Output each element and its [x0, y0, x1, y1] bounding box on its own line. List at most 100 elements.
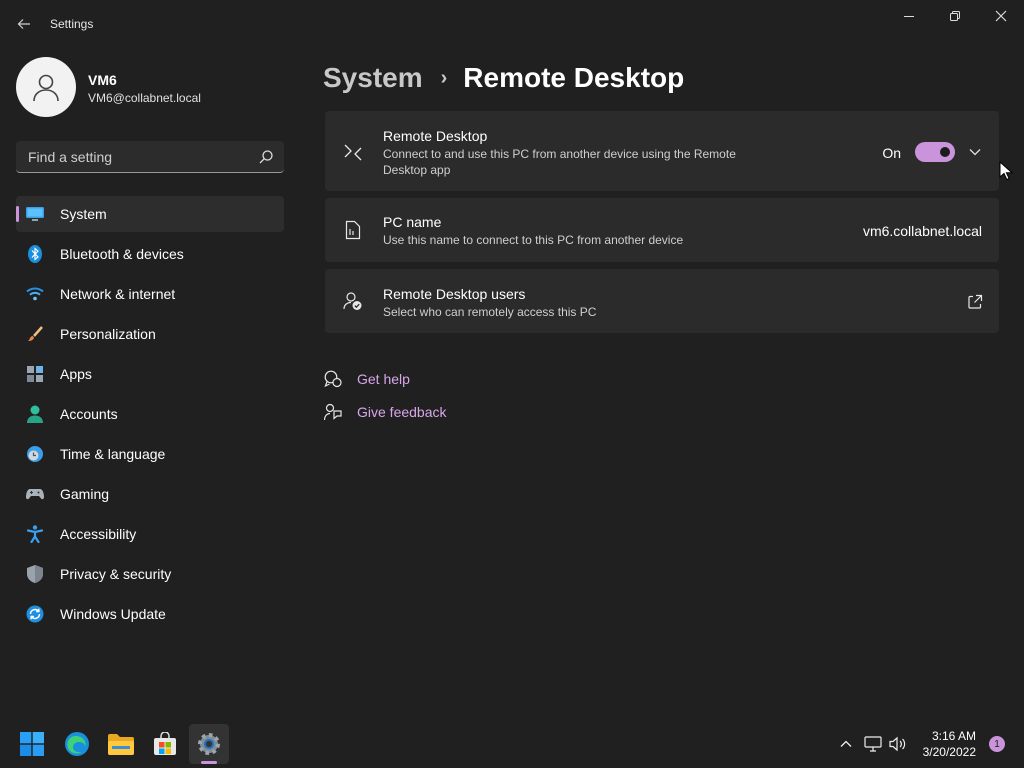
- search-input[interactable]: [26, 146, 250, 168]
- help-chat-icon: [324, 370, 342, 388]
- remote-desktop-icon: [343, 142, 363, 162]
- toggle-knob: [940, 147, 950, 157]
- show-hidden-icons-button[interactable]: [836, 734, 856, 754]
- card-description: Connect to and use this PC from another …: [383, 147, 736, 177]
- expand-button[interactable]: [965, 142, 985, 162]
- apps-icon: [26, 365, 44, 383]
- title-bar: Settings: [0, 0, 1024, 48]
- card-title: Remote Desktop: [383, 128, 488, 144]
- restore-icon: [950, 11, 960, 21]
- file-explorer-icon: [108, 734, 134, 755]
- user-name: VM6: [88, 72, 117, 88]
- search-icon[interactable]: [258, 149, 274, 165]
- sidebar-item-system[interactable]: System: [16, 196, 284, 232]
- minimize-icon: [904, 16, 914, 17]
- get-help-label: Get help: [357, 371, 410, 387]
- feedback-icon: [324, 403, 342, 421]
- volume-tray-button[interactable]: [888, 734, 908, 754]
- close-icon: [995, 10, 1007, 22]
- sidebar-item-label: Apps: [60, 366, 92, 382]
- sidebar-item-accessibility[interactable]: Accessibility: [16, 516, 284, 552]
- sidebar-nav: System Bluetooth & devices Network & int…: [16, 196, 284, 636]
- monitor-icon: [26, 205, 44, 223]
- notification-badge[interactable]: 1: [989, 736, 1005, 752]
- sidebar-item-label: Network & internet: [60, 286, 176, 302]
- give-feedback-link[interactable]: Give feedback: [324, 402, 447, 422]
- close-button[interactable]: [981, 6, 1021, 26]
- breadcrumb: System › Remote Desktop: [323, 58, 684, 98]
- user-avatar-icon: [33, 74, 59, 102]
- open-external-icon[interactable]: [967, 294, 983, 310]
- back-arrow-icon: [17, 19, 30, 29]
- sidebar-item-label: Privacy & security: [60, 566, 172, 582]
- taskbar-file-explorer[interactable]: [101, 724, 141, 764]
- clock-time: 3:16 AM: [931, 729, 976, 743]
- search-box[interactable]: [16, 141, 284, 173]
- start-button[interactable]: [12, 724, 52, 764]
- sidebar-item-label: Accounts: [60, 406, 118, 422]
- avatar[interactable]: [16, 57, 76, 117]
- remote-desktop-card[interactable]: Remote Desktop Connect to and use this P…: [325, 111, 999, 191]
- taskbar-edge[interactable]: [57, 724, 97, 764]
- sidebar-item-privacy-security[interactable]: Privacy & security: [16, 556, 284, 592]
- restore-button[interactable]: [935, 6, 975, 26]
- user-check-icon: [343, 291, 363, 311]
- accessibility-icon: [26, 525, 44, 543]
- store-icon: [154, 732, 176, 755]
- taskbar: 3:16 AM 3/20/2022 1: [0, 720, 1024, 768]
- card-description: Select who can remotely access this PC: [383, 305, 597, 319]
- sidebar-item-label: Time & language: [60, 446, 166, 462]
- mouse-cursor-icon: [999, 161, 1013, 181]
- sidebar-item-windows-update[interactable]: Windows Update: [16, 596, 284, 632]
- sidebar-item-bluetooth[interactable]: Bluetooth & devices: [16, 236, 284, 272]
- remote-desktop-users-card[interactable]: Remote Desktop users Select who can remo…: [325, 269, 999, 333]
- remote-desktop-toggle[interactable]: [915, 142, 955, 162]
- pc-name-card: PC name Use this name to connect to this…: [325, 198, 999, 262]
- bluetooth-icon: [26, 245, 44, 263]
- page-title: Remote Desktop: [463, 62, 685, 93]
- app-title: Settings: [50, 17, 94, 31]
- sidebar-item-label: Personalization: [60, 326, 156, 342]
- sidebar-item-apps[interactable]: Apps: [16, 356, 284, 392]
- sidebar-item-label: Accessibility: [60, 526, 137, 542]
- clock[interactable]: 3:16 AM 3/20/2022: [923, 728, 976, 760]
- update-icon: [26, 605, 44, 623]
- start-icon: [20, 732, 44, 756]
- wifi-icon: [26, 285, 44, 303]
- volume-icon: [889, 736, 906, 752]
- breadcrumb-parent-link[interactable]: System: [323, 62, 423, 94]
- shield-icon: [26, 565, 44, 583]
- settings-icon: [198, 733, 220, 755]
- accounts-icon: [26, 405, 44, 423]
- card-title: PC name: [383, 214, 442, 230]
- user-email: VM6@collabnet.local: [88, 91, 201, 105]
- chevron-down-icon: [969, 149, 981, 156]
- edge-icon: [65, 732, 89, 756]
- active-app-indicator: [201, 761, 217, 764]
- toggle-state-label: On: [882, 145, 901, 161]
- card-title: Remote Desktop users: [383, 286, 526, 302]
- chevron-right-icon: ›: [440, 66, 448, 89]
- sidebar-item-label: Bluetooth & devices: [60, 246, 184, 262]
- taskbar-settings[interactable]: [189, 724, 229, 764]
- gamepad-icon: [26, 485, 44, 503]
- network-icon: [864, 736, 882, 752]
- clock-globe-icon: [26, 445, 44, 463]
- taskbar-store[interactable]: [145, 724, 185, 764]
- sidebar-item-personalization[interactable]: Personalization: [16, 316, 284, 352]
- network-tray-button[interactable]: [863, 734, 883, 754]
- give-feedback-label: Give feedback: [357, 404, 447, 420]
- get-help-link[interactable]: Get help: [324, 369, 410, 389]
- brush-icon: [26, 325, 44, 343]
- sidebar-item-accounts[interactable]: Accounts: [16, 396, 284, 432]
- sidebar-item-network[interactable]: Network & internet: [16, 276, 284, 312]
- sidebar-item-gaming[interactable]: Gaming: [16, 476, 284, 512]
- sidebar-item-label: Windows Update: [60, 606, 166, 622]
- sidebar-item-time-language[interactable]: Time & language: [16, 436, 284, 472]
- chevron-up-icon: [840, 740, 852, 747]
- pc-name-value: vm6.collabnet.local: [862, 223, 982, 239]
- card-description: Use this name to connect to this PC from…: [383, 233, 684, 247]
- clock-date: 3/20/2022: [922, 745, 976, 759]
- back-button[interactable]: [12, 12, 36, 36]
- minimize-button[interactable]: [889, 6, 929, 26]
